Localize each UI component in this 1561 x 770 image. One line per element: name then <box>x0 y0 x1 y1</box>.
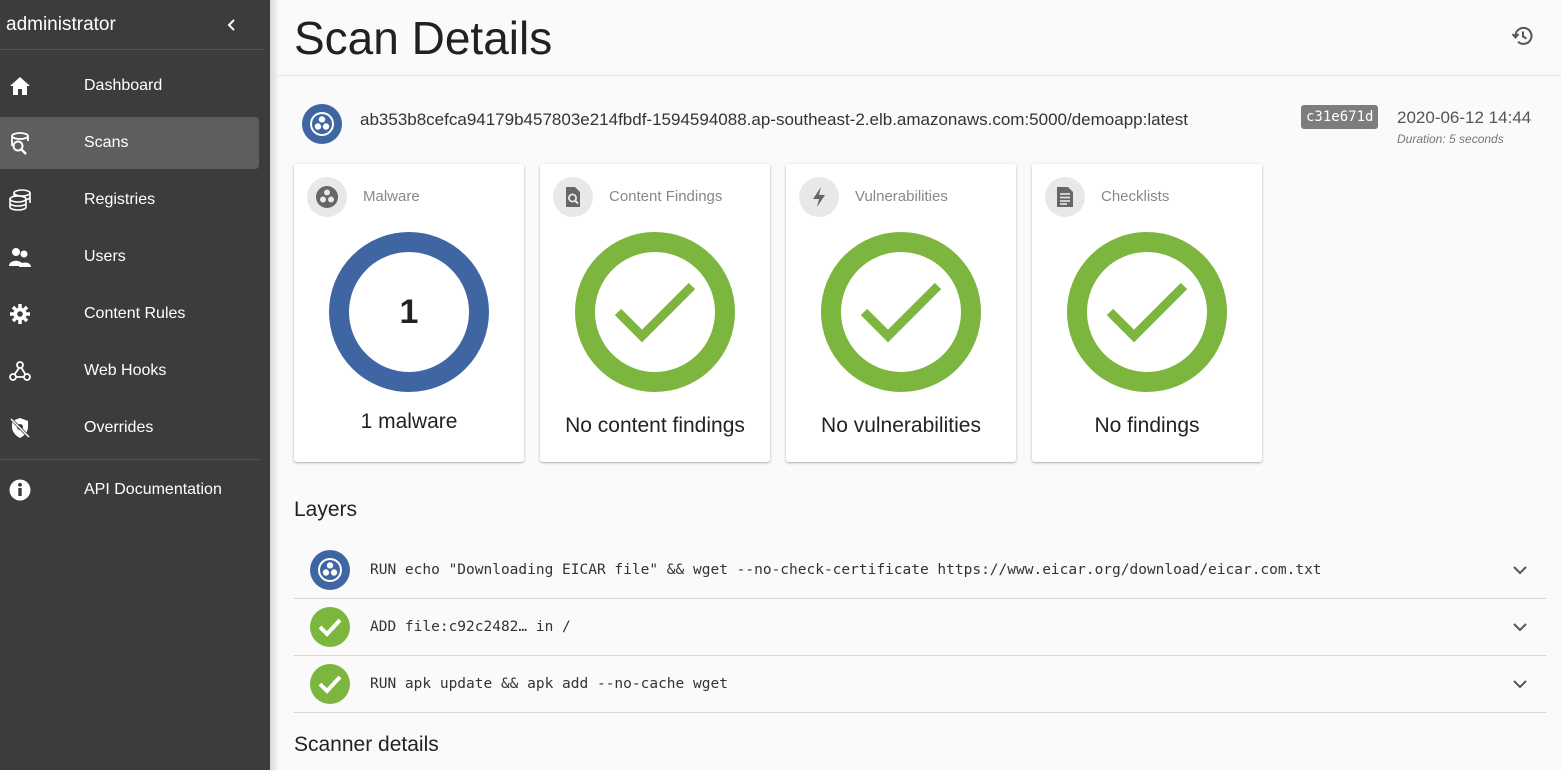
webhook-icon <box>8 359 32 383</box>
history-icon <box>1511 26 1533 45</box>
scan-date: 2020-06-12 14:44 <box>1397 108 1532 127</box>
card-caption: No findings <box>1094 414 1200 437</box>
biohazard-icon <box>302 104 342 144</box>
sidebar-item-label: Dashboard <box>84 77 163 94</box>
layer-row[interactable]: RUN apk update && apk add --no-cache wge… <box>294 656 1546 713</box>
layer-row[interactable]: RUN echo "Downloading EICAR file" && wge… <box>294 542 1546 599</box>
sidebar-item-label: Overrides <box>84 419 154 436</box>
page-title: Scan Details <box>294 11 553 64</box>
sidebar-item-label: Web Hooks <box>84 362 167 379</box>
biohazard-icon <box>307 177 347 217</box>
check-icon <box>1106 282 1188 343</box>
vulnerabilities-card[interactable]: Vulnerabilities No vulnerabilities <box>786 164 1016 462</box>
sidebar: administrator Dashboard Scans Registries <box>0 0 270 770</box>
layer-command: RUN echo "Downloading EICAR file" && wge… <box>370 562 1322 578</box>
card-caption: No content findings <box>565 414 745 437</box>
digest-badge: c31e671d <box>1301 105 1379 129</box>
sidebar-item-web-hooks[interactable]: Web Hooks <box>0 345 259 397</box>
override-icon <box>8 416 32 440</box>
check-icon <box>614 282 696 343</box>
content-findings-card[interactable]: Content Findings No content findings <box>540 164 770 462</box>
sidebar-item-label: Content Rules <box>84 305 186 322</box>
file-search-icon <box>553 177 593 217</box>
chevron-down-icon[interactable] <box>1510 674 1530 694</box>
sidebar-header: administrator <box>0 0 264 50</box>
image-summary: ab353b8cefca94179b457803e214fbdf-1594594… <box>302 102 1537 148</box>
sidebar-item-label: Scans <box>84 134 129 151</box>
username: administrator <box>6 13 116 35</box>
sidebar-item-scans[interactable]: Scans <box>0 117 259 169</box>
sidebar-divider <box>0 459 259 460</box>
sidebar-item-label: API Documentation <box>84 481 222 498</box>
layers-list: RUN echo "Downloading EICAR file" && wge… <box>294 542 1546 713</box>
image-name: ab353b8cefca94179b457803e214fbdf-1594594… <box>360 110 1188 129</box>
sidebar-item-registries[interactable]: Registries <box>0 174 259 226</box>
checklists-card[interactable]: Checklists No findings <box>1032 164 1262 462</box>
layer-row[interactable]: ADD file:c92c2482… in / <box>294 599 1546 656</box>
chevron-down-icon[interactable] <box>1510 560 1530 580</box>
card-caption: No vulnerabilities <box>821 414 981 437</box>
lightning-icon <box>799 177 839 217</box>
layer-command: RUN apk update && apk add --no-cache wge… <box>370 676 728 692</box>
users-icon <box>8 245 32 269</box>
sidebar-edge <box>270 0 278 770</box>
collapse-sidebar-button[interactable] <box>220 13 244 37</box>
sidebar-item-overrides[interactable]: Overrides <box>0 402 259 454</box>
sidebar-item-label: Registries <box>84 191 156 208</box>
scanner-details-heading: Scanner details <box>294 733 439 756</box>
scan-search-icon <box>8 131 32 155</box>
gear-icon <box>8 302 32 326</box>
database-icon <box>8 188 32 212</box>
check-icon <box>860 282 942 343</box>
info-icon <box>8 478 32 502</box>
sidebar-nav: Dashboard Scans Registries Users Content… <box>0 50 270 516</box>
malware-card[interactable]: Malware 1 1 malware <box>294 164 524 462</box>
card-title: Malware <box>363 188 420 205</box>
card-title: Checklists <box>1101 188 1170 205</box>
scan-duration: Duration: 5 seconds <box>1397 132 1504 146</box>
malware-count-ring: 1 <box>329 232 489 392</box>
card-caption: 1 malware <box>360 410 458 433</box>
layer-command: ADD file:c92c2482… in / <box>370 619 571 635</box>
biohazard-icon <box>310 550 350 590</box>
sidebar-item-label: Users <box>84 248 126 265</box>
ok-ring <box>821 232 981 392</box>
ok-ring <box>575 232 735 392</box>
checklist-icon <box>1045 177 1085 217</box>
ok-ring <box>1067 232 1227 392</box>
chevron-down-icon[interactable] <box>1510 617 1530 637</box>
sidebar-item-users[interactable]: Users <box>0 231 259 283</box>
chevron-left-icon <box>227 18 235 31</box>
main-content: Scan Details ab353b8cefca94179b457803e21… <box>278 0 1561 770</box>
home-icon <box>8 74 32 98</box>
history-button[interactable] <box>1511 24 1535 48</box>
page-header: Scan Details <box>278 0 1561 76</box>
sidebar-item-api-documentation[interactable]: API Documentation <box>0 464 259 516</box>
malware-count: 1 <box>399 292 419 331</box>
check-circle-icon <box>310 664 350 704</box>
sidebar-item-content-rules[interactable]: Content Rules <box>0 288 259 340</box>
card-title: Content Findings <box>609 188 723 205</box>
card-title: Vulnerabilities <box>855 188 948 205</box>
check-circle-icon <box>310 607 350 647</box>
sidebar-item-dashboard[interactable]: Dashboard <box>0 60 259 112</box>
layers-heading: Layers <box>294 498 358 521</box>
